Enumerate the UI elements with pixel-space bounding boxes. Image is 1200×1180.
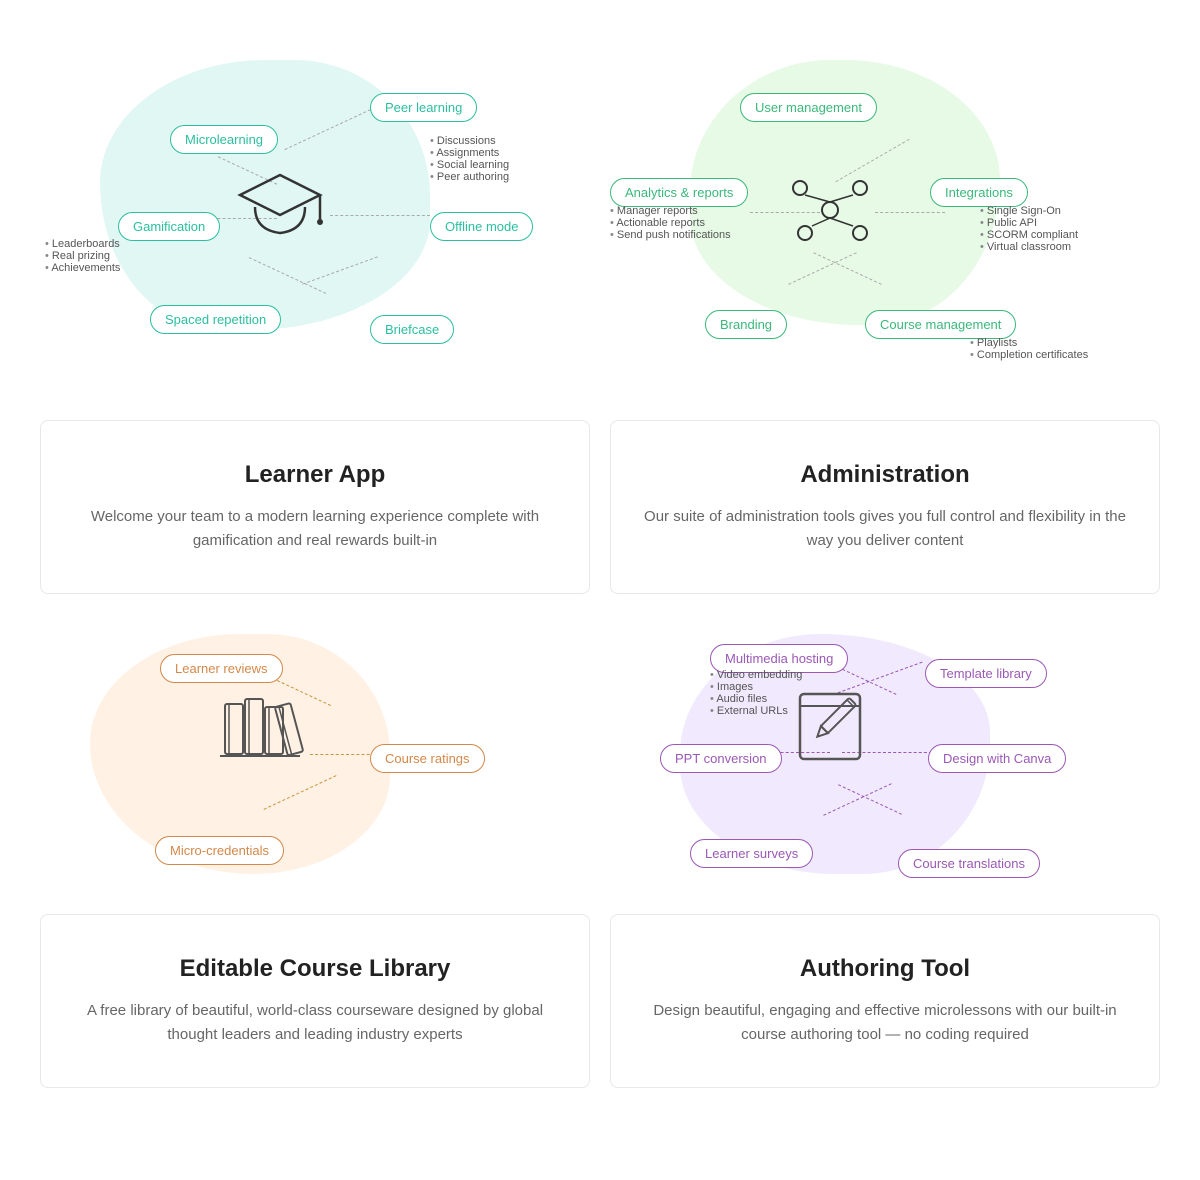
- learner-app-card: Learner App Welcome your team to a moder…: [40, 420, 590, 594]
- line-integrations: [875, 212, 945, 213]
- line-offline: [330, 215, 430, 216]
- authoring-tool-desc: Design beautiful, engaging and effective…: [641, 999, 1129, 1047]
- tag-template-library[interactable]: Template library: [925, 659, 1047, 688]
- info-cards-row: Learner App Welcome your team to a moder…: [40, 420, 1160, 594]
- main-container: Peer learning Microlearning Offline mode…: [0, 0, 1200, 1108]
- authoring-tool-title: Authoring Tool: [641, 955, 1129, 983]
- grad-cap-icon: [230, 165, 330, 250]
- tag-course-ratings[interactable]: Course ratings: [370, 744, 485, 773]
- bullets-integrations: Single Sign-On Public API SCORM complian…: [980, 205, 1078, 253]
- authoring-diagram: Multimedia hosting Template library PPT …: [610, 624, 1160, 884]
- authoring-tool-card: Authoring Tool Design beautiful, engagin…: [610, 914, 1160, 1088]
- tag-learner-reviews[interactable]: Learner reviews: [160, 654, 283, 683]
- editable-library-desc: A free library of beautiful, world-class…: [71, 999, 559, 1047]
- bullets-multimedia: Video embedding Images Audio files Exter…: [710, 669, 802, 717]
- tag-branding[interactable]: Branding: [705, 310, 787, 339]
- tag-analytics[interactable]: Analytics & reports: [610, 178, 748, 207]
- tag-integrations[interactable]: Integrations: [930, 178, 1028, 207]
- library-diagram: Learner reviews Course ratings Micro-cre…: [40, 624, 590, 884]
- tag-micro-credentials[interactable]: Micro-credentials: [155, 836, 284, 865]
- learner-app-diagram: Peer learning Microlearning Offline mode…: [40, 20, 590, 390]
- books-icon: [215, 689, 305, 774]
- top-sections: Peer learning Microlearning Offline mode…: [40, 20, 1160, 390]
- tag-user-management[interactable]: User management: [740, 93, 877, 122]
- tag-microlearning[interactable]: Microlearning: [170, 125, 278, 154]
- tag-ppt-conversion[interactable]: PPT conversion: [660, 744, 782, 773]
- bullets-peer: Discussions Assignments Social learning …: [430, 135, 509, 183]
- editable-library-title: Editable Course Library: [71, 955, 559, 983]
- tag-course-management[interactable]: Course management: [865, 310, 1016, 339]
- learner-app-desc: Welcome your team to a modern learning e…: [71, 505, 559, 553]
- admin-diagram: User management Analytics & reports Inte…: [610, 20, 1160, 390]
- tag-peer-learning[interactable]: Peer learning: [370, 93, 477, 122]
- bottom-info-cards: Editable Course Library A free library o…: [40, 914, 1160, 1088]
- bullets-analytics: Manager reports Actionable reports Send …: [610, 205, 731, 241]
- tag-gamification[interactable]: Gamification: [118, 212, 220, 241]
- pencil-icon: [790, 684, 880, 779]
- learner-app-title: Learner App: [71, 461, 559, 489]
- tag-learner-surveys[interactable]: Learner surveys: [690, 839, 813, 868]
- network-icon: [785, 168, 875, 258]
- bullets-course: Playlists Completion certificates: [970, 337, 1088, 361]
- editable-library-card: Editable Course Library A free library o…: [40, 914, 590, 1088]
- tag-offline-mode[interactable]: Offline mode: [430, 212, 533, 241]
- administration-card: Administration Our suite of administrati…: [610, 420, 1160, 594]
- tag-course-translations[interactable]: Course translations: [898, 849, 1040, 878]
- tag-design-canva[interactable]: Design with Canva: [928, 744, 1066, 773]
- bullets-gamification: Leaderboards Real prizing Achievements: [45, 238, 120, 274]
- bottom-sections: Learner reviews Course ratings Micro-cre…: [40, 624, 1160, 884]
- administration-title: Administration: [641, 461, 1129, 489]
- tag-briefcase[interactable]: Briefcase: [370, 315, 454, 344]
- tag-spaced-repetition[interactable]: Spaced repetition: [150, 305, 281, 334]
- administration-desc: Our suite of administration tools gives …: [641, 505, 1129, 553]
